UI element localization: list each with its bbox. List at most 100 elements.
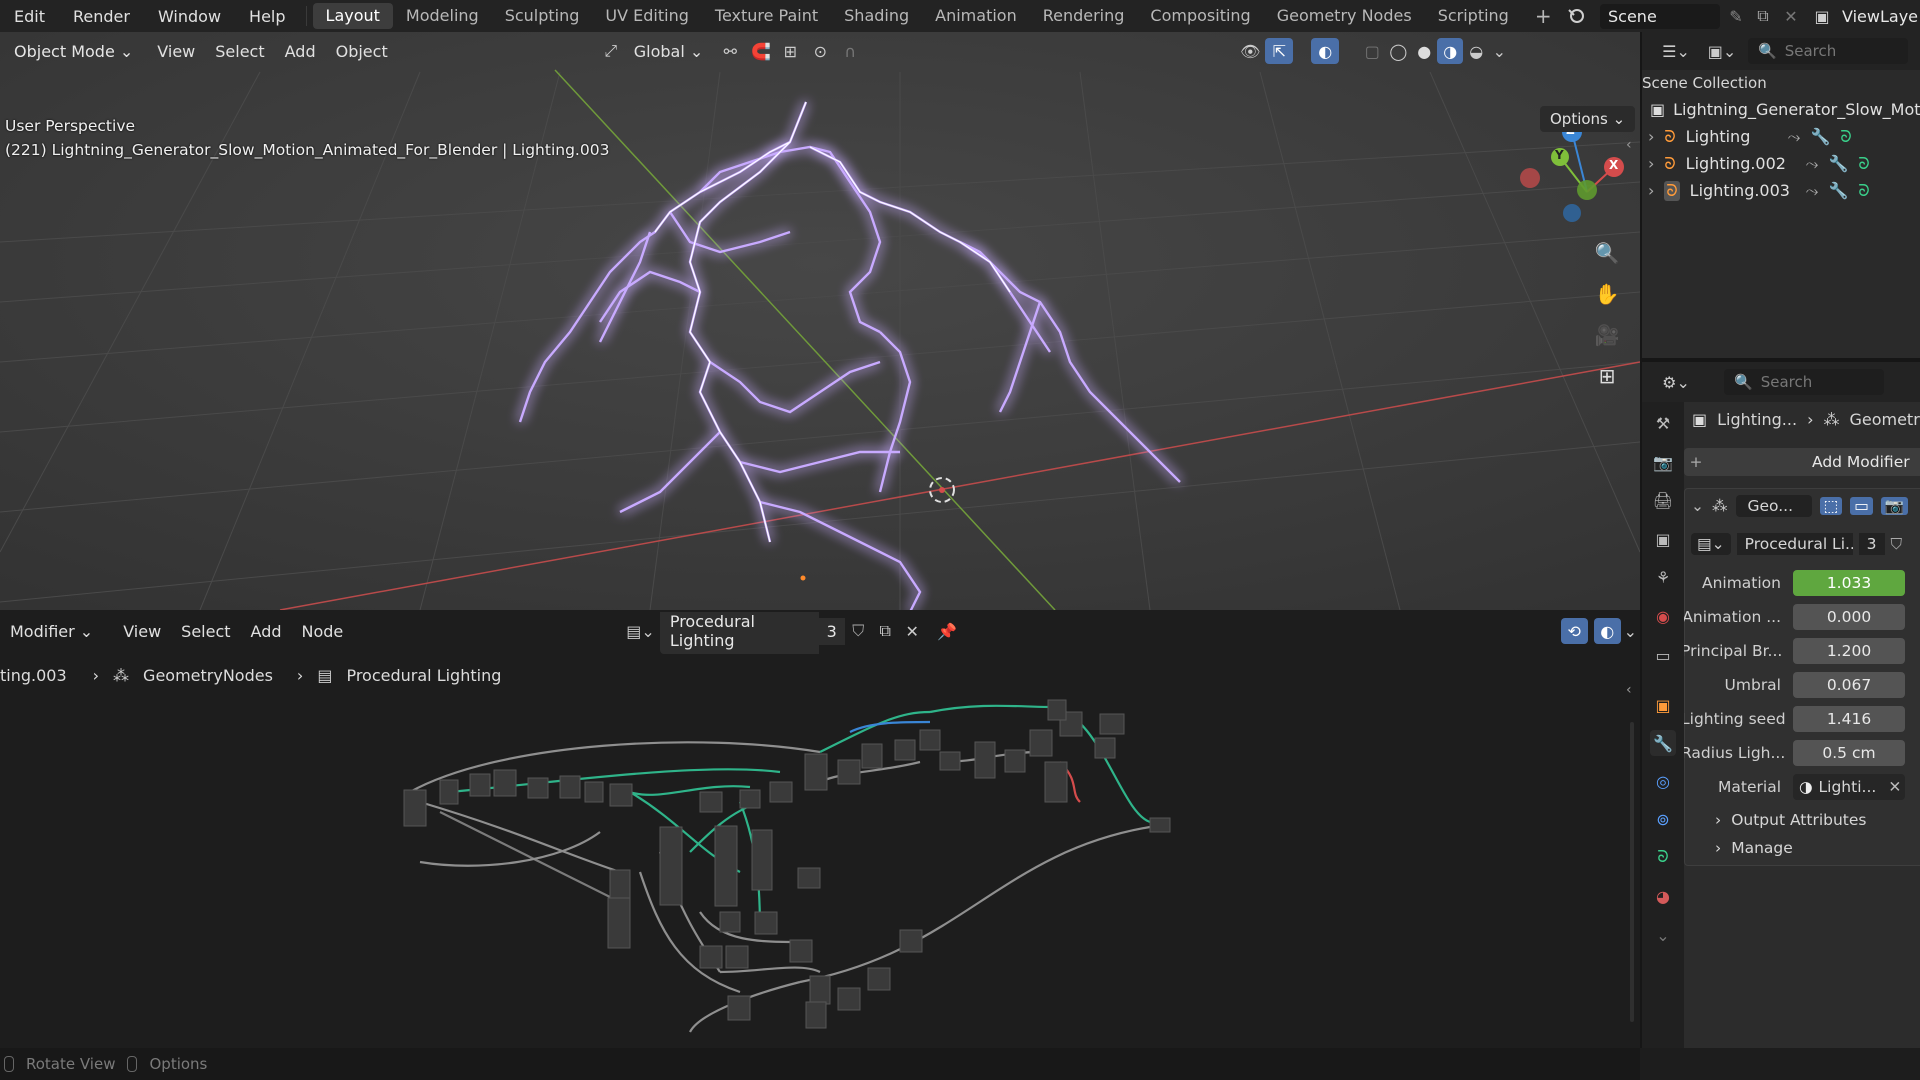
gizmo-toggle-icon[interactable]: ⇱ (1265, 38, 1294, 64)
tab-modeling[interactable]: Modeling (393, 3, 492, 29)
transform-orientation-icon[interactable]: ⤢ (598, 41, 624, 61)
edit-mode-toggle-icon[interactable]: ⬚ (1819, 497, 1843, 515)
clear-icon[interactable]: ✕ (1888, 778, 1901, 796)
menu-edit[interactable]: Edit (0, 7, 59, 26)
display-mode-icon[interactable]: ☰⌄ (1656, 42, 1696, 61)
tab-rendering[interactable]: Rendering (1030, 3, 1138, 29)
tab-compositing[interactable]: Compositing (1137, 3, 1263, 29)
particles-tab-icon[interactable]: ◎ (1650, 768, 1676, 794)
material-field[interactable]: ◑ Lighti... ✕ (1793, 774, 1905, 800)
node-tree-name-field[interactable]: Procedural Lighting (659, 612, 819, 654)
tab-shading[interactable]: Shading (831, 3, 922, 29)
node-group-field[interactable]: Procedural Li... (1736, 533, 1853, 555)
collection-tab-icon[interactable]: ▭ (1650, 642, 1676, 668)
duplicate-icon[interactable]: ⧉ (872, 621, 899, 641)
editor-type-icon[interactable]: ⚙⌄ (1656, 373, 1696, 392)
transform-orientation-dropdown[interactable]: Global ⌄ (624, 38, 714, 65)
solid-shading-icon[interactable]: ● (1411, 42, 1437, 61)
node-tree-users[interactable]: 3 (818, 617, 845, 645)
modifier-name-field[interactable]: Geo... (1735, 495, 1812, 517)
outliner-item[interactable]: › ᘐ Lighting.002 ⤳ 🔧 ᘐ (1642, 150, 1920, 177)
input-value-field[interactable]: 0.067 (1793, 672, 1905, 698)
options-dropdown[interactable]: Options ⌄ (1540, 106, 1636, 132)
visibility-icon[interactable]: 👁 (1235, 42, 1265, 61)
tab-scripting[interactable]: Scripting (1425, 3, 1522, 29)
collection-row[interactable]: ▣ Lightning_Generator_Slow_Motion_ (1642, 96, 1920, 123)
pin-icon[interactable]: 📌 (934, 622, 961, 641)
pin-icon[interactable]: ✎ (1726, 7, 1746, 26)
node-group-browse-icon[interactable]: ▤⌄ (1691, 533, 1731, 555)
3d-viewport[interactable]: Z X Y Object Mode ⌄ View Select Add Obje… (0, 32, 1640, 610)
expand-icon[interactable]: › (1648, 127, 1654, 146)
snap-icon[interactable]: 🧲 (747, 42, 775, 61)
shading-options-icon[interactable]: ⌄ (1489, 42, 1509, 61)
overlay-options-icon[interactable]: ⌄ (1621, 622, 1640, 641)
overlay-toggle-icon[interactable]: ◐ (1593, 618, 1621, 644)
material-tab-icon[interactable]: ◕ (1650, 883, 1676, 909)
scene-tab-icon[interactable]: ⚘ (1650, 564, 1676, 590)
object-data-tab-icon[interactable]: ᘐ (1650, 844, 1676, 870)
more-tabs-icon[interactable]: ⌄ (1650, 922, 1676, 948)
wireframe-shading-icon[interactable]: ◯ (1385, 42, 1411, 61)
pivot-icon[interactable]: ⚯ (713, 42, 747, 61)
add-modifier-button[interactable]: + Add Modifier (1684, 448, 1920, 476)
menu-view[interactable]: View (147, 38, 205, 65)
menu-help[interactable]: Help (235, 7, 299, 26)
breadcrumb-node-group[interactable]: Procedural Lighting (346, 666, 501, 685)
snap-toggle-icon[interactable]: ⟲ (1560, 618, 1588, 644)
menu-view[interactable]: View (113, 618, 171, 645)
expand-icon[interactable]: › (1648, 181, 1654, 200)
snap-target-icon[interactable]: ⊞ (775, 42, 805, 61)
input-value-field[interactable]: 0.000 (1793, 604, 1905, 630)
render-toggle-icon[interactable]: 📷 (1880, 497, 1909, 515)
input-value-field[interactable]: 1.200 (1793, 638, 1905, 664)
viewport-toggle-icon[interactable]: ▭ (1850, 497, 1873, 515)
unlink-icon[interactable]: ✕ (899, 622, 926, 641)
node-tree-type-icon[interactable]: ▤⌄ (621, 622, 660, 641)
outliner-item[interactable]: › ᘐ Lighting ⤳ 🔧 ᘐ (1642, 123, 1920, 150)
menu-object[interactable]: Object (326, 38, 398, 65)
node-group-users[interactable]: 3 (1858, 533, 1885, 555)
proportional-edit-icon[interactable]: ⊙ (805, 42, 835, 61)
expand-icon[interactable]: › (1648, 154, 1654, 173)
menu-add[interactable]: Add (275, 38, 326, 65)
panel-manage[interactable]: › Manage (1715, 839, 1793, 857)
panel-output-attributes[interactable]: › Output Attributes (1715, 811, 1867, 829)
input-value-field[interactable]: 1.416 (1793, 706, 1905, 732)
falloff-icon[interactable]: ∩ (835, 42, 865, 61)
tab-geometry-nodes[interactable]: Geometry Nodes (1264, 3, 1425, 29)
world-tab-icon[interactable]: ◉ (1650, 603, 1676, 629)
physics-tab-icon[interactable]: ⊚ (1650, 806, 1676, 832)
menu-select[interactable]: Select (205, 38, 274, 65)
tool-tab-icon[interactable]: ⚒ (1650, 410, 1676, 436)
fake-user-shield-icon[interactable]: ⛉ (1891, 535, 1903, 554)
fake-user-shield-icon[interactable]: ⛉ (845, 621, 872, 641)
breadcrumb-modifier[interactable]: GeometryNodes (143, 666, 273, 685)
menu-window[interactable]: Window (144, 7, 235, 26)
collapse-sidebar-icon[interactable]: ‹ (1626, 682, 1632, 698)
new-scene-icon[interactable]: ⧉ (1752, 6, 1774, 26)
tab-layout[interactable]: Layout (312, 3, 393, 29)
modifier-tab-icon[interactable]: 🔧 (1650, 730, 1676, 756)
tab-animation[interactable]: Animation (922, 3, 1030, 29)
material-shading-icon[interactable]: ◑ (1437, 38, 1464, 64)
delete-scene-icon[interactable]: ✕ (1780, 7, 1802, 26)
menu-add[interactable]: Add (241, 618, 292, 645)
tab-uv-editing[interactable]: UV Editing (592, 3, 701, 29)
scene-collection-row[interactable]: Scene Collection (1642, 70, 1920, 96)
add-workspace-button[interactable]: + (1522, 3, 1565, 29)
menu-render[interactable]: Render (59, 7, 144, 26)
scene-name-field[interactable]: Scene (1600, 3, 1720, 29)
collapse-chevron-icon[interactable]: ⌄ (1691, 497, 1704, 515)
view-layer-icon[interactable]: ▣ (1808, 7, 1836, 26)
pan-hand-icon[interactable]: ✋ (1590, 277, 1624, 311)
filter-icon[interactable]: ▣⌄ (1702, 42, 1742, 61)
node-editor[interactable]: Modifier ⌄ View Select Add Node ▤⌄ Proce… (0, 612, 1640, 1044)
ortho-toggle-icon[interactable]: ⊞ (1590, 359, 1624, 393)
vertical-scrollbar[interactable] (1630, 722, 1634, 1022)
editor-mode-dropdown[interactable]: Modifier ⌄ (0, 618, 103, 645)
object-tab-icon[interactable]: ▣ (1650, 692, 1676, 718)
overlay-toggle-icon[interactable]: ◐ (1311, 38, 1340, 64)
object-mode-dropdown[interactable]: Object Mode ⌄ (4, 38, 143, 65)
tab-sculpting[interactable]: Sculpting (492, 3, 593, 29)
